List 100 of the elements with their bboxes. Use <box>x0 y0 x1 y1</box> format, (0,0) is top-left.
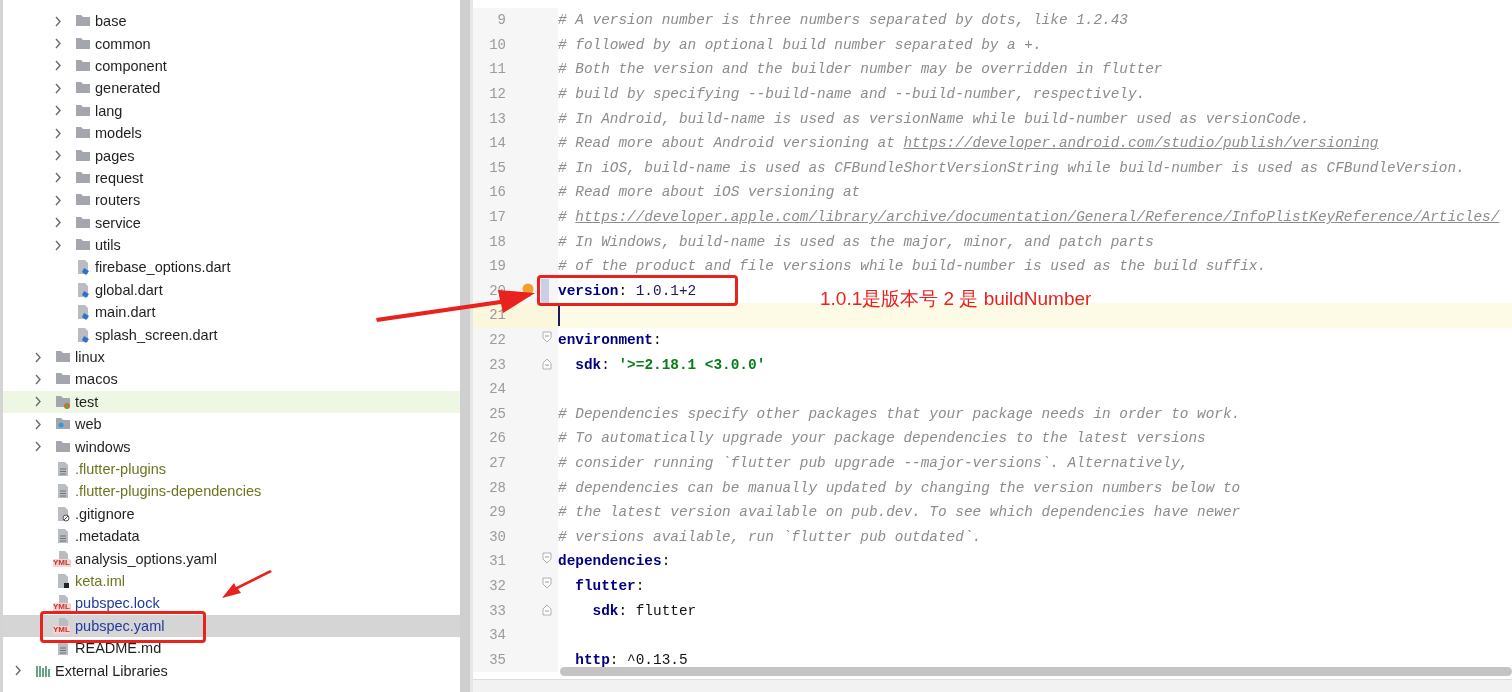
code-text: # versions available, run `flutter pub outdated`. <box>558 527 982 546</box>
line-number: 18 <box>488 232 506 251</box>
code-text: : ^0.13.5 <box>609 650 688 669</box>
code-text: # Read more about Android versioning at <box>558 134 896 153</box>
chevron-right-icon[interactable] <box>54 172 62 184</box>
line-number: 17 <box>488 208 506 227</box>
line-number: 29 <box>488 503 506 522</box>
code-text: # In Windows, build-name is used as the major, minor, and patch parts <box>558 232 1154 251</box>
annotation-text: 1.0.1是版本号 2 是 buildNumber <box>820 287 1092 311</box>
line-number: 10 <box>488 35 506 54</box>
line-number: 35 <box>488 650 506 669</box>
chevron-right-icon[interactable] <box>34 396 42 408</box>
line-number: 12 <box>488 85 506 104</box>
line-number: 30 <box>488 527 506 546</box>
line-number: 33 <box>488 601 506 620</box>
code-text: # of the product and file versions while build-number is used as the build suffix. <box>558 257 1267 276</box>
tree-row[interactable]: YML pubspec.yaml <box>3 614 460 637</box>
line-number: 26 <box>488 429 506 448</box>
tree-item-label: routers <box>95 191 141 210</box>
line-number: 22 <box>488 331 506 349</box>
change-marker[interactable] <box>541 278 549 304</box>
code-text: flutter <box>574 576 636 595</box>
tree-item-label: utils <box>95 236 121 255</box>
chevron-right-icon[interactable] <box>54 82 62 94</box>
code-text: # A version number is three numbers separated by dots, like 1.2.43 <box>558 11 1128 30</box>
code-text: # build by specifying --build-name and --build-number, respectively. <box>558 85 1146 104</box>
code-text: : <box>618 281 629 300</box>
file-icon <box>75 259 91 276</box>
chevron-right-icon[interactable] <box>54 217 62 229</box>
code-text: : <box>661 552 671 571</box>
code-text: http <box>574 650 610 669</box>
file-icon <box>55 572 71 589</box>
chevron-right-icon[interactable] <box>54 15 62 27</box>
tree-item-label: .metadata <box>75 527 140 546</box>
line-number: 23 <box>488 355 506 374</box>
tree-item-label: linux <box>75 348 105 367</box>
chevron-right-icon[interactable] <box>14 665 22 676</box>
horizontal-scrollbar[interactable] <box>560 667 1512 676</box>
code-text: # In Android, build-name is used as versionName while build-number used as versionCode. <box>558 109 1310 128</box>
tree-item-label: .flutter-plugins <box>75 460 167 478</box>
file-icon <box>55 640 71 657</box>
code-text: : <box>635 576 645 595</box>
chevron-right-icon[interactable] <box>54 60 62 72</box>
tree-item-label: test <box>75 392 99 411</box>
code-text: # Dependencies specify other packages that your package needs in order to work. <box>558 404 1241 423</box>
tree-item-label: main.dart <box>95 303 156 322</box>
line-number: 34 <box>488 626 506 645</box>
tree-item-label: pubspec.yaml <box>75 616 165 635</box>
tree-item-label: global.dart <box>95 280 163 299</box>
code-text: # Read more about iOS versioning at <box>558 183 861 202</box>
chevron-right-icon[interactable] <box>54 105 62 117</box>
tree-item-label: splash_screen.dart <box>95 325 218 344</box>
chevron-right-icon[interactable] <box>34 441 42 453</box>
text-caret <box>558 304 560 327</box>
line-number: 9 <box>496 11 506 30</box>
chevron-right-icon[interactable] <box>54 38 62 50</box>
tree-item-label: service <box>95 213 141 232</box>
tree-item-label: macos <box>75 370 118 389</box>
code-text: # Both the version and the builder number may be overridden in flutter <box>558 60 1163 79</box>
folder-icon <box>75 147 91 164</box>
tree-item-label: base <box>95 12 127 31</box>
tree-item-label: component <box>95 56 167 75</box>
line-number: 25 <box>488 404 506 423</box>
line-number: 11 <box>488 60 506 79</box>
file-icon <box>75 304 91 321</box>
tree-item-label: .gitignore <box>75 504 135 523</box>
annotation-arrow <box>222 570 272 598</box>
code-text: sdk <box>574 355 602 374</box>
chevron-right-icon[interactable] <box>54 127 62 139</box>
chevron-right-icon[interactable] <box>34 373 42 385</box>
code-text: # To automatically upgrade your package dependencies to the latest versions <box>558 429 1206 448</box>
tree-item-label: analysis_options.yaml <box>75 549 217 568</box>
code-text: environment <box>558 331 653 349</box>
chevron-right-icon[interactable] <box>54 150 62 162</box>
tree-item-label: models <box>95 124 142 143</box>
tree-item-label: common <box>95 34 151 53</box>
chevron-right-icon[interactable] <box>54 194 62 206</box>
tree-item-label: pubspec.lock <box>75 594 160 613</box>
tree-item-label: windows <box>75 437 131 456</box>
file-icon <box>55 483 71 500</box>
chevron-right-icon[interactable] <box>34 418 42 430</box>
code-text: # the latest version available on pub.dev. To see which dependencies have newer <box>558 503 1241 522</box>
folder-icon <box>55 438 71 455</box>
file-icon <box>55 505 71 522</box>
line-number: 16 <box>488 183 506 202</box>
tree-item-label: web <box>75 415 102 434</box>
code-text: # dependencies can be manually updated by changing the version numbers below to <box>558 478 1241 497</box>
line-number: 31 <box>488 552 506 571</box>
file-icon <box>75 281 91 298</box>
tree-row[interactable]: test <box>3 390 460 414</box>
tree-item-label: README.md <box>75 639 162 658</box>
folder-icon <box>75 102 91 119</box>
folder-icon <box>75 169 91 186</box>
tree-item-label: pages <box>95 146 135 165</box>
chevron-right-icon[interactable] <box>34 351 42 363</box>
folder-icon <box>75 214 91 231</box>
line-number: 13 <box>488 109 506 128</box>
line-number: 19 <box>488 257 506 276</box>
code-text: # followed by an optional build number separated by a +. <box>558 35 1042 54</box>
chevron-right-icon[interactable] <box>54 239 62 251</box>
